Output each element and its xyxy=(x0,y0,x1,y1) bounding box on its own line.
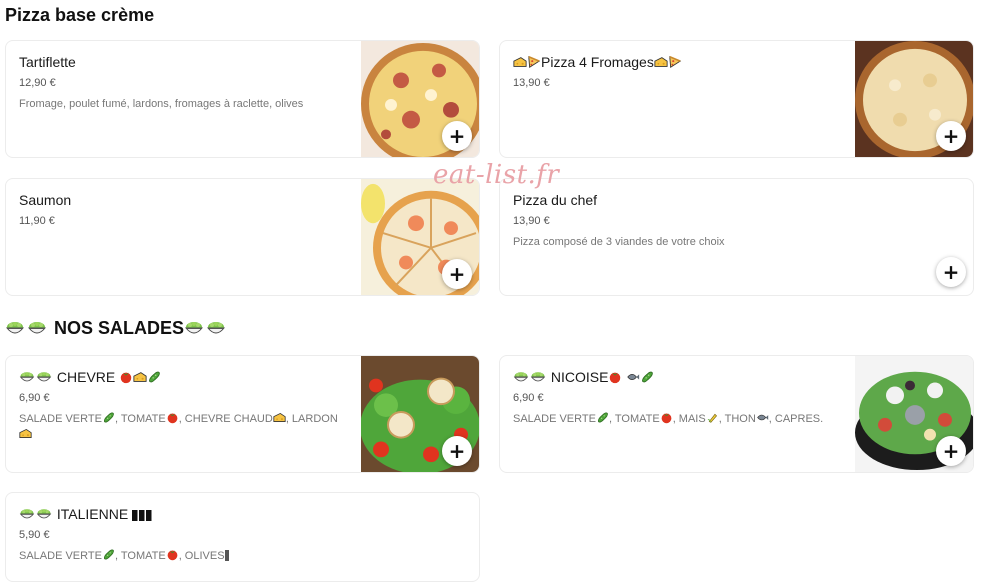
add-to-cart-button[interactable]: + xyxy=(442,436,472,466)
item-description: Fromage, poulet fumé, lardons, fromages … xyxy=(19,98,304,110)
item-price: 6,90 € xyxy=(513,392,544,404)
flag-italy-icon xyxy=(132,510,152,521)
cucumber-icon xyxy=(102,548,115,561)
item-name: Pizza du chef xyxy=(513,192,598,208)
cucumber-icon xyxy=(102,411,115,424)
cheese-icon xyxy=(19,427,32,440)
menu-item-card-italienne[interactable]: ITALIENNE 5,90 € SALADE VERTE , TOMATE , O… xyxy=(5,492,480,582)
fish-icon xyxy=(756,411,769,424)
desc-part: , TOMATE xyxy=(114,550,166,562)
desc-part: , TOMATE xyxy=(608,413,660,425)
cucumber-icon xyxy=(147,370,161,384)
desc-part: , OLIVES xyxy=(178,550,225,562)
salad-icon xyxy=(27,318,47,338)
item-price: 12,90 € xyxy=(19,77,56,89)
item-name: ITALIENNE xyxy=(56,506,129,522)
pizza-slice-icon xyxy=(668,55,682,69)
item-price: 13,90 € xyxy=(513,215,550,227)
cheese-icon xyxy=(654,55,668,69)
item-name: Tartiflette xyxy=(19,54,76,70)
cheese-icon xyxy=(273,411,286,424)
salad-icon xyxy=(19,506,35,522)
salad-icon xyxy=(184,318,204,338)
salad-icon xyxy=(206,318,226,338)
salad-icon xyxy=(530,369,546,385)
menu-item-card-chevre[interactable]: CHEVRE 6,90 € SALADE VERTE , TOMATE , CHEV… xyxy=(5,355,480,473)
menu-item-card-nicoise[interactable]: NICOISE 6,90 € SALADE VERTE , TOMATE , MAI… xyxy=(499,355,974,473)
add-to-cart-button[interactable]: + xyxy=(936,257,966,287)
tomato-icon xyxy=(119,370,133,384)
item-description: Pizza composé de 3 viandes de votre choi… xyxy=(513,236,725,248)
salad-icon xyxy=(36,506,52,522)
item-price: 5,90 € xyxy=(19,529,50,541)
item-description: SALADE VERTE , TOMATE , CHEVRE CHAUD , LARD… xyxy=(19,411,354,443)
desc-part: SALADE VERTE xyxy=(19,550,102,562)
desc-part: , CHEVRE CHAUD xyxy=(178,413,273,425)
olive-icon xyxy=(224,550,229,561)
item-name: Pizza 4 Fromages xyxy=(541,54,654,70)
tomato-icon xyxy=(660,411,673,424)
section-title-text: NOS SALADES xyxy=(54,318,185,338)
salad-icon xyxy=(5,318,25,338)
item-name-row: CHEVRE xyxy=(19,368,354,386)
desc-part: , LARDON xyxy=(285,413,338,425)
salad-icon xyxy=(513,369,529,385)
watermark: eat-list.fr xyxy=(433,160,560,190)
tomato-icon xyxy=(166,548,179,561)
desc-part: SALADE VERTE xyxy=(513,413,596,425)
desc-part: , TOMATE xyxy=(114,413,166,425)
add-to-cart-button[interactable]: + xyxy=(442,259,472,289)
item-name-row: ITALIENNE xyxy=(19,505,354,523)
section-title-salades: NOS SALADES xyxy=(5,318,228,339)
item-name: Saumon xyxy=(19,192,72,208)
item-name: NICOISE xyxy=(550,369,609,385)
item-description: SALADE VERTE , TOMATE , OLIVES xyxy=(19,548,354,564)
corn-icon xyxy=(706,411,719,424)
pizza-slice-icon xyxy=(527,55,541,69)
menu-item-card-tartiflette[interactable]: Tartiflette 12,90 € Fromage, poulet fumé… xyxy=(5,40,480,158)
cheese-icon xyxy=(513,55,527,69)
desc-part: , CAPRES. xyxy=(768,413,824,425)
item-price: 13,90 € xyxy=(513,77,550,89)
item-name-row: NICOISE xyxy=(513,368,848,386)
item-name-row: Pizza 4 Fromages xyxy=(513,53,848,71)
cucumber-icon xyxy=(596,411,609,424)
tomato-icon xyxy=(166,411,179,424)
item-price: 6,90 € xyxy=(19,392,50,404)
add-to-cart-button[interactable]: + xyxy=(936,436,966,466)
fish-icon xyxy=(626,370,640,384)
salad-icon xyxy=(36,369,52,385)
cheese-icon xyxy=(133,370,147,384)
cucumber-icon xyxy=(640,370,654,384)
tomato-icon xyxy=(608,370,622,384)
desc-part: , MAIS xyxy=(672,413,706,425)
item-price: 11,90 € xyxy=(19,215,55,227)
desc-part: SALADE VERTE xyxy=(19,413,102,425)
section-title-pizza-creme: Pizza base crème xyxy=(5,5,155,25)
menu-item-card-saumon[interactable]: Saumon 11,90 € + xyxy=(5,178,480,296)
menu-item-card-pizza-du-chef[interactable]: Pizza du chef 13,90 € Pizza composé de 3… xyxy=(499,178,974,296)
menu-item-card-pizza-4-fromages[interactable]: Pizza 4 Fromages 13,90 € + xyxy=(499,40,974,158)
salad-icon xyxy=(19,369,35,385)
item-description: SALADE VERTE , TOMATE , MAIS , THON , CAPRES… xyxy=(513,411,848,427)
item-name: CHEVRE xyxy=(56,369,116,385)
desc-part: , THON xyxy=(718,413,756,425)
add-to-cart-button[interactable]: + xyxy=(936,121,966,151)
add-to-cart-button[interactable]: + xyxy=(442,121,472,151)
